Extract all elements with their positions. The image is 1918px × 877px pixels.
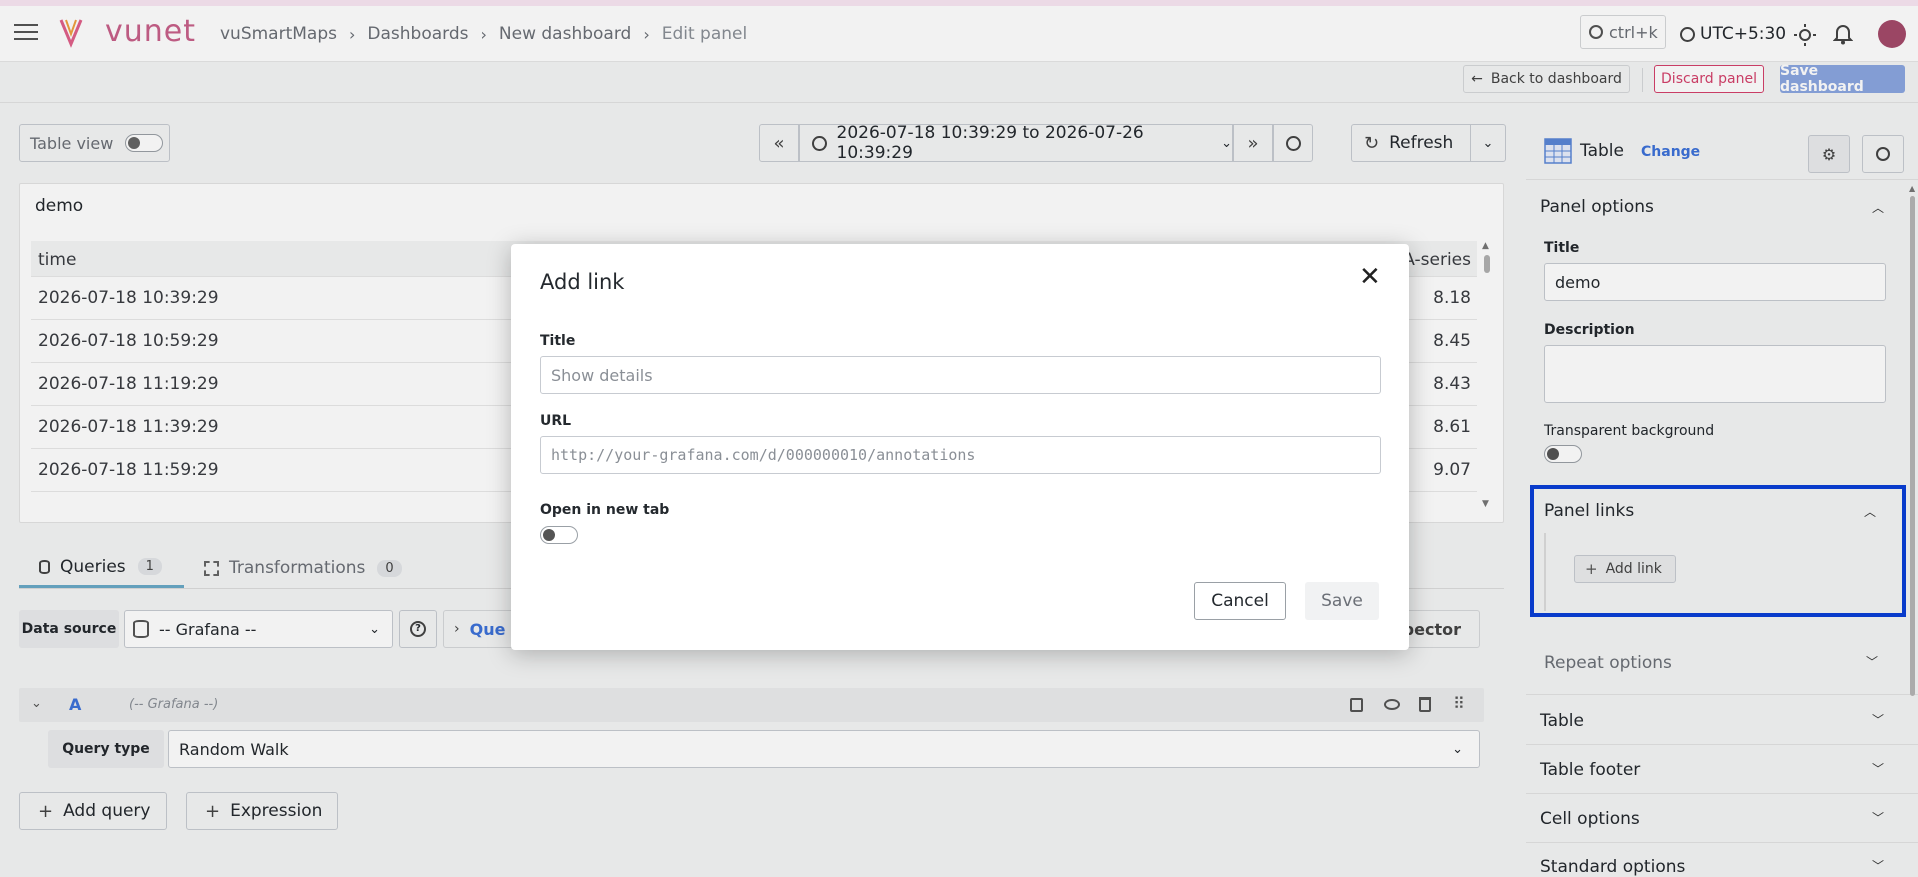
cancel-button[interactable]: Cancel <box>1194 582 1286 620</box>
save-link-button[interactable]: Save <box>1305 582 1379 620</box>
close-icon[interactable]: ✕ <box>1359 264 1381 290</box>
open-in-new-tab-label: Open in new tab <box>540 502 670 518</box>
link-title-label: Title <box>540 333 576 349</box>
open-in-new-tab-toggle[interactable] <box>540 526 578 544</box>
link-url-input[interactable]: http://your-grafana.com/d/000000010/anno… <box>540 436 1381 474</box>
link-url-placeholder: http://your-grafana.com/d/000000010/anno… <box>551 446 976 464</box>
link-url-label: URL <box>540 413 572 429</box>
link-title-input[interactable]: Show details <box>540 356 1381 394</box>
modal-title: Add link <box>540 270 625 294</box>
add-link-modal: Add link ✕ Title Show details URL http:/… <box>511 244 1409 650</box>
link-title-placeholder: Show details <box>551 365 653 385</box>
